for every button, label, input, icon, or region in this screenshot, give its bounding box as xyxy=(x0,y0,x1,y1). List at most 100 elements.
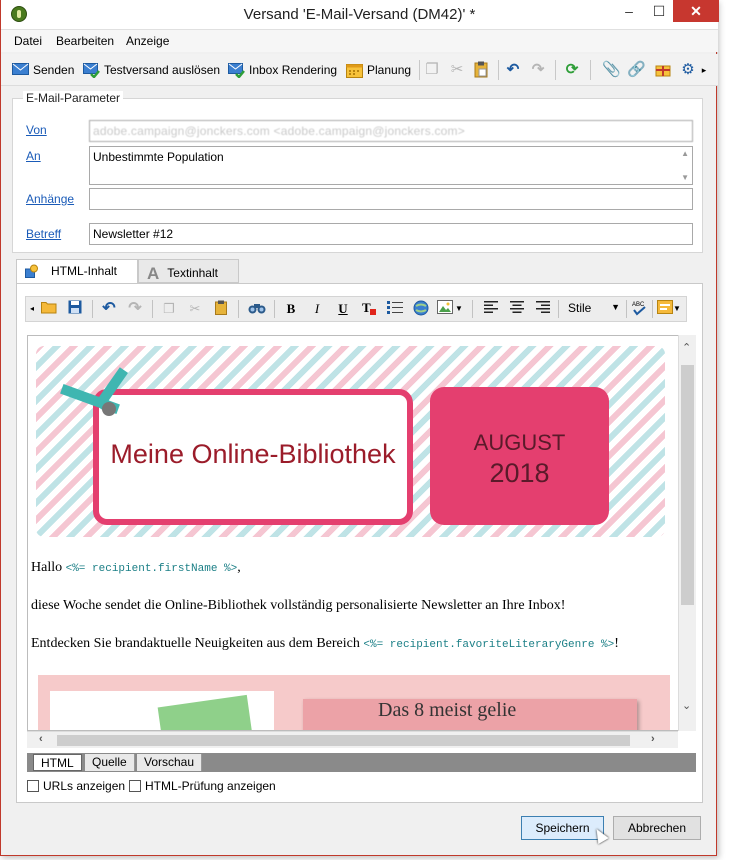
chevron-down-icon: ▼ xyxy=(611,302,620,312)
redo-icon[interactable]: ↷ xyxy=(126,300,144,318)
planning-button[interactable]: Planung xyxy=(346,60,411,80)
firstname-personalization-field[interactable]: <%= recipient.firstName %> xyxy=(66,563,238,575)
paste-icon[interactable] xyxy=(472,61,490,79)
envelope-check-icon xyxy=(228,62,245,79)
show-html-check-option[interactable]: HTML-Prüfung anzeigen xyxy=(129,779,276,793)
save-disk-icon[interactable] xyxy=(66,300,84,318)
underline-button[interactable]: U xyxy=(334,300,352,318)
from-field[interactable]: adobe.campaign@jonckers.com <adobe.campa… xyxy=(89,120,693,142)
genre-line: Entdecken Sie brandaktuelle Neuigkeiten … xyxy=(31,636,619,652)
toolbar-separator xyxy=(590,60,591,80)
subject-field[interactable]: Newsletter #12 xyxy=(89,223,693,245)
toolbar-separator xyxy=(555,60,556,80)
svg-text:T: T xyxy=(362,300,371,315)
copy-icon[interactable]: ❐ xyxy=(423,61,441,79)
to-field[interactable]: Unbestimmte Population ▲ ▼ xyxy=(89,146,693,185)
send-label: Senden xyxy=(33,63,75,77)
text-content-icon: A xyxy=(147,264,160,283)
tab-html-content[interactable]: HTML-Inhalt xyxy=(16,259,138,284)
scroll-right-icon[interactable]: › xyxy=(651,733,655,745)
tab-html[interactable]: HTML xyxy=(33,754,82,771)
to-link[interactable]: An xyxy=(26,149,41,163)
image-dropdown-icon[interactable]: ▼ xyxy=(454,300,464,318)
scroll-down-icon[interactable]: ▼ xyxy=(681,173,689,182)
menu-anzeige[interactable]: Anzeige xyxy=(126,34,169,48)
toolbar-overflow-icon[interactable]: ▸ xyxy=(699,61,709,79)
delivery-window: Versand 'E-Mail-Versand (DM42)' * – ☐ ✕ … xyxy=(0,0,719,856)
minimize-button[interactable]: – xyxy=(615,0,643,22)
align-left-icon[interactable] xyxy=(482,300,500,318)
tab-source[interactable]: Quelle xyxy=(85,754,135,771)
attachment-icon[interactable]: 📎 xyxy=(602,61,621,79)
cut-icon[interactable]: ✂ xyxy=(448,61,466,79)
test-send-button[interactable]: Testversand auslösen xyxy=(83,60,220,80)
bullet-list-icon[interactable] xyxy=(386,300,404,318)
show-html-check-checkbox[interactable] xyxy=(129,780,141,792)
close-button[interactable]: ✕ xyxy=(673,0,719,22)
scroll-up-icon[interactable]: ▲ xyxy=(681,149,689,158)
menu-bearbeiten[interactable]: Bearbeiten xyxy=(56,34,114,48)
toolbar-separator xyxy=(92,300,93,318)
settings-search-icon[interactable]: ⚙ xyxy=(679,61,697,79)
refresh-icon[interactable]: ⟳ xyxy=(563,61,581,79)
subject-link[interactable]: Betreff xyxy=(26,227,61,241)
greeting-suffix: , xyxy=(237,560,241,575)
vertical-scroll-thumb[interactable] xyxy=(681,365,694,605)
cut-icon[interactable]: ✂ xyxy=(186,300,204,318)
undo-icon[interactable]: ↶ xyxy=(504,61,522,79)
paste-icon[interactable] xyxy=(212,300,230,318)
clear-format-icon[interactable]: T xyxy=(360,300,378,318)
main-toolbar: Senden Testversand auslösen Inbox Render… xyxy=(1,54,718,86)
from-link[interactable]: Von xyxy=(26,123,47,137)
tab-preview[interactable]: Vorschau xyxy=(137,754,203,771)
show-urls-checkbox[interactable] xyxy=(27,780,39,792)
personalization-dropdown-icon[interactable]: ▼ xyxy=(672,300,682,318)
open-folder-icon[interactable] xyxy=(40,300,58,318)
attachments-link[interactable]: Anhänge xyxy=(26,192,74,206)
vertical-scrollbar[interactable]: ⌃ ⌄ xyxy=(678,335,696,731)
scroll-up-icon[interactable]: ⌃ xyxy=(682,341,691,354)
insert-link-globe-icon[interactable] xyxy=(412,300,430,318)
redo-icon[interactable]: ↷ xyxy=(529,61,547,79)
align-right-icon[interactable] xyxy=(534,300,552,318)
banner-year: 2018 xyxy=(489,458,550,488)
horizontal-scroll-thumb[interactable] xyxy=(57,735,630,746)
show-urls-option[interactable]: URLs anzeigen xyxy=(27,779,125,793)
gift-icon[interactable] xyxy=(654,61,672,79)
email-parameters-group: E-Mail-Parameter Von adobe.campaign@jonc… xyxy=(12,91,703,253)
tab-text-content[interactable]: A Textinhalt xyxy=(138,259,239,283)
scroll-down-icon[interactable]: ⌄ xyxy=(682,699,691,712)
styles-dropdown[interactable]: Stile ▼ xyxy=(564,299,624,319)
cancel-button[interactable]: Abbrechen xyxy=(613,816,701,840)
insert-image-icon[interactable] xyxy=(436,300,454,318)
maximize-button[interactable]: ☐ xyxy=(645,0,673,22)
window-title: Versand 'E-Mail-Versand (DM42)' * xyxy=(243,6,476,23)
tab-html-content-label: HTML-Inhalt xyxy=(51,264,118,278)
scroll-left-icon[interactable]: ‹ xyxy=(39,733,43,745)
html-content-area[interactable]: Meine Online-Bibliothek AUGUST 2018 Hall… xyxy=(27,335,679,731)
greeting-prefix: Hallo xyxy=(31,560,66,575)
editor-mode-tabs: HTML Quelle Vorschau xyxy=(27,753,696,772)
italic-button[interactable]: I xyxy=(308,300,326,318)
envelope-icon xyxy=(12,62,29,78)
horizontal-scrollbar[interactable]: ‹ › xyxy=(27,731,678,748)
toolbar-scroll-left-icon[interactable]: ◂ xyxy=(28,300,36,318)
find-binoculars-icon[interactable] xyxy=(248,300,266,318)
link-icon[interactable]: 🔗 xyxy=(627,61,646,79)
undo-icon[interactable]: ↶ xyxy=(100,300,118,318)
email-parameters-legend: E-Mail-Parameter xyxy=(23,91,124,105)
save-button[interactable]: Speichern xyxy=(521,816,604,840)
align-center-icon[interactable] xyxy=(508,300,526,318)
spellcheck-icon[interactable]: ABC xyxy=(630,300,648,318)
menu-datei[interactable]: Datei xyxy=(14,34,42,48)
toolbar-separator xyxy=(419,60,420,80)
tab-text-content-label: Textinhalt xyxy=(167,266,218,280)
attachments-field[interactable] xyxy=(89,188,693,210)
intro-line: diese Woche sendet die Online-Bibliothek… xyxy=(31,598,566,613)
greeting-line: Hallo <%= recipient.firstName %>, xyxy=(31,560,241,576)
genre-personalization-field[interactable]: <%= recipient.favoriteLiteraryGenre %> xyxy=(363,639,614,651)
send-button[interactable]: Senden xyxy=(12,60,74,80)
bold-button[interactable]: B xyxy=(282,300,300,318)
inbox-rendering-button[interactable]: Inbox Rendering xyxy=(228,60,337,80)
copy-icon[interactable]: ❐ xyxy=(160,300,178,318)
